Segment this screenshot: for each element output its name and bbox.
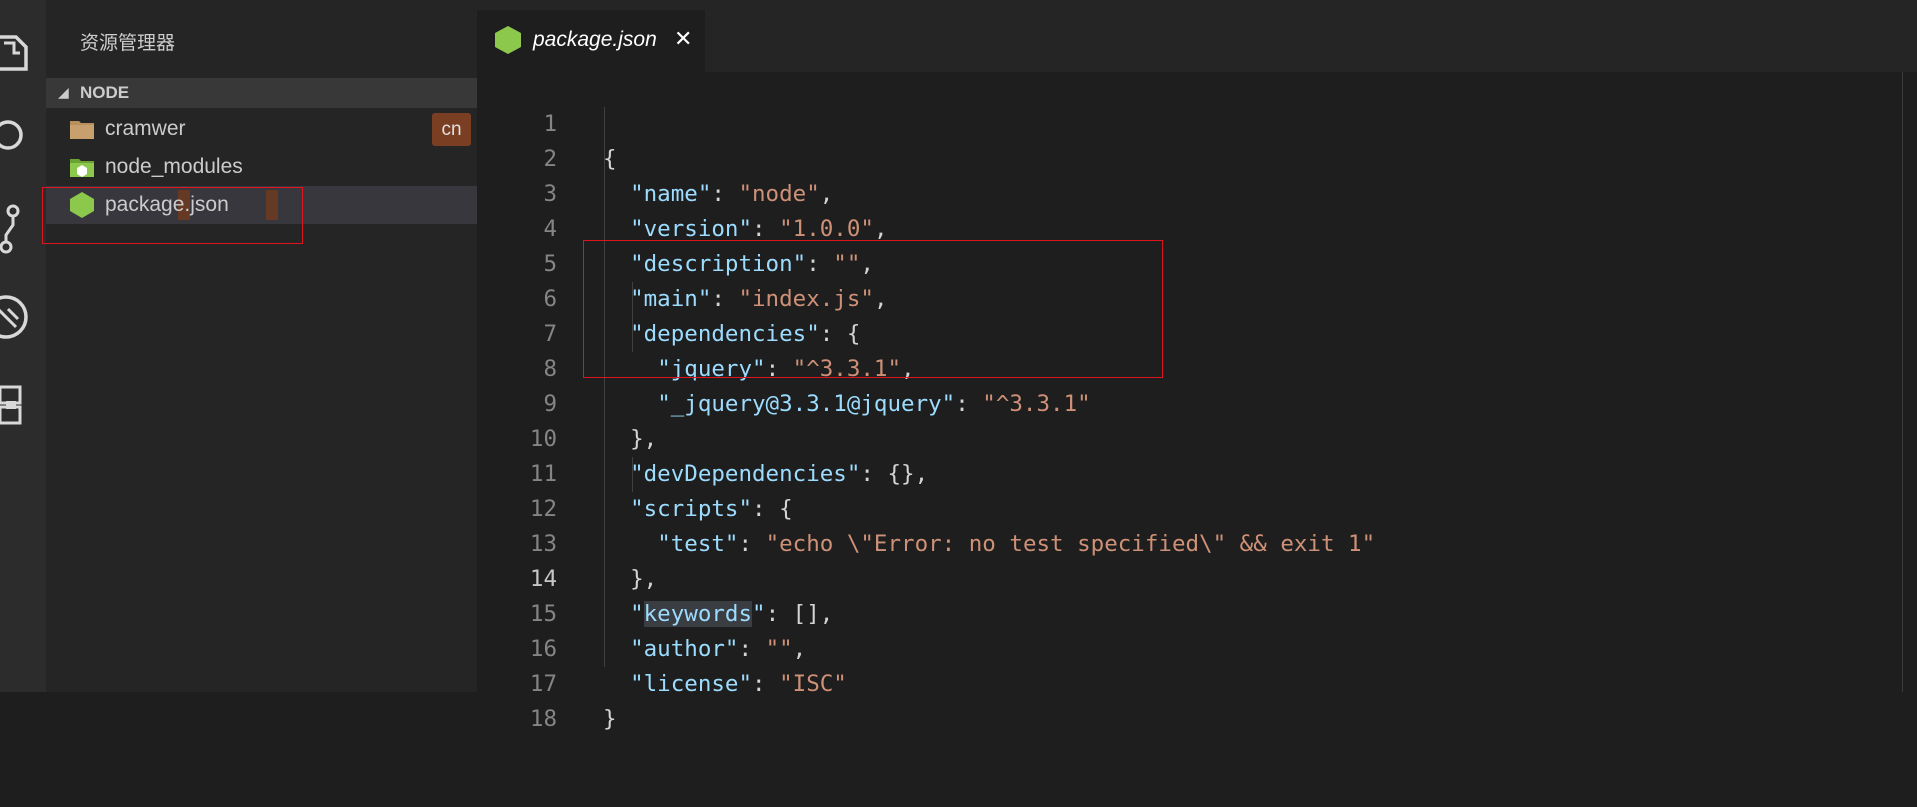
tree-item-label: node_modules	[105, 155, 243, 178]
search-icon[interactable]	[0, 110, 46, 160]
cn-badge: cn	[432, 113, 471, 146]
code-line: 10 "devDependencies": {},	[477, 387, 1917, 487]
tree-item-label: cramwer	[105, 117, 186, 140]
code-line-active: 14 "keywords": [],	[477, 527, 1917, 627]
nodejs-hex-icon	[495, 26, 521, 54]
code-line: 2 "name": "node",	[477, 107, 1917, 207]
code-line: 3 "version": "1.0.0",	[477, 142, 1917, 242]
nodejs-hex-icon	[70, 192, 94, 218]
tab-title: package.json	[533, 28, 657, 51]
code-line: 16 "license": "ISC"	[477, 597, 1917, 697]
caret-down-icon: ◢	[58, 84, 69, 100]
section-header-node[interactable]: ◢ NODE	[46, 78, 477, 108]
folder-icon	[70, 121, 94, 139]
node-folder-icon	[70, 159, 94, 177]
extensions-icon[interactable]	[0, 380, 46, 430]
line-number: 18	[529, 706, 557, 732]
code-line: 11 "scripts": {	[477, 422, 1917, 522]
tree-item-label: package.json	[105, 193, 229, 216]
code-line: 15 "author": "",	[477, 562, 1917, 662]
code-line: 9 },	[477, 352, 1917, 452]
tree-item-package-json[interactable]: package.json	[46, 186, 477, 224]
code-line: 12 "test": "echo \"Error: no test specif…	[477, 457, 1917, 557]
code-line: 18	[477, 667, 1917, 732]
tab-bar: package.json ✕	[477, 0, 1917, 72]
code-line: 5 "main": "index.js",	[477, 212, 1917, 312]
tree-item-node-modules[interactable]: node_modules	[46, 148, 477, 186]
code-line: 8 "_jquery@3.3.1@jquery": "^3.3.1"	[477, 317, 1917, 417]
scrollbar-edge[interactable]	[1902, 72, 1903, 692]
code-line: 13 },	[477, 492, 1917, 592]
selection-marker	[266, 190, 278, 220]
debug-icon[interactable]	[0, 292, 46, 342]
explorer-sidebar: 资源管理器 ◢ NODE cramwer cn node_modules pac…	[46, 0, 477, 692]
tab-package-json[interactable]: package.json ✕	[477, 10, 705, 72]
code-line: 1 {	[477, 72, 1917, 172]
activity-bar	[0, 0, 46, 692]
section-label: NODE	[80, 83, 130, 102]
code-line: 6 "dependencies": {	[477, 247, 1917, 347]
explorer-title: 资源管理器	[80, 33, 176, 54]
code-editor[interactable]: 1 { 2 "name": "node", 3 "version": "1.0.…	[477, 72, 1917, 732]
code-line: 17 }	[477, 632, 1917, 732]
close-icon[interactable]: ✕	[674, 26, 692, 52]
git-icon[interactable]	[0, 204, 46, 254]
tree-item-cramwer[interactable]: cramwer cn	[46, 110, 477, 148]
code-line: 7 "jquery": "^3.3.1",	[477, 282, 1917, 382]
code-line: 4 "description": "",	[477, 177, 1917, 277]
files-icon[interactable]	[0, 28, 46, 78]
